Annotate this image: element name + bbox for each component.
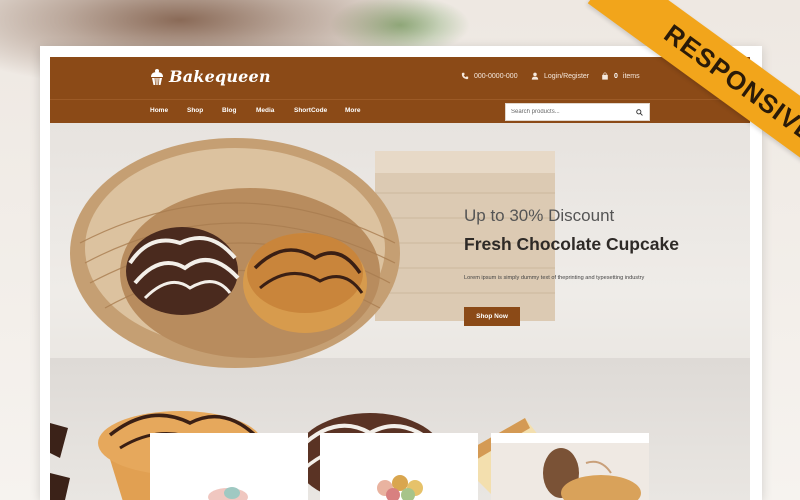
shop-now-button[interactable]: Shop Now (464, 307, 520, 326)
nav-item-shortcode[interactable]: ShortCode (294, 107, 327, 114)
user-icon (531, 72, 539, 80)
product-card[interactable] (150, 433, 308, 500)
cart-link[interactable]: 0 items (601, 72, 640, 80)
hero-description: Lorem ipsum is simply dummy text of thep… (464, 275, 645, 281)
search-box (505, 103, 650, 121)
phone-contact[interactable]: 000-0000-000 (461, 72, 518, 80)
chocolate-muffin-image (126, 227, 240, 315)
product-cards-row (50, 433, 750, 500)
cupcake-icon (151, 68, 163, 85)
nav-item-shop[interactable]: Shop (187, 107, 203, 114)
login-label: Login/Register (544, 72, 590, 80)
pinecone-pastry-image (491, 443, 649, 500)
nav-item-more[interactable]: More (345, 107, 361, 114)
search-input[interactable] (511, 109, 636, 115)
product-card[interactable] (320, 433, 478, 500)
hero-title: Fresh Chocolate Cupcake (464, 234, 679, 254)
product-card[interactable] (491, 433, 649, 500)
logo-text: Bakequeen (169, 67, 271, 86)
vanilla-muffin-image (243, 233, 367, 333)
phone-icon (461, 72, 469, 80)
cart-label: items (622, 72, 640, 80)
nav-item-home[interactable]: Home (150, 107, 168, 114)
main-nav: Home Shop Blog Media ShortCode More (50, 99, 750, 123)
search-icon[interactable] (636, 108, 643, 116)
website-preview: Bakequeen 000-0000-000 Login/Register 0 … (50, 57, 750, 500)
nav-item-blog[interactable]: Blog (222, 107, 236, 114)
bag-icon (602, 72, 608, 80)
hero-subtitle: Up to 30% Discount (464, 206, 615, 225)
phone-number: 000-0000-000 (474, 72, 518, 80)
macaron-tower-image (377, 475, 423, 500)
nav-item-media[interactable]: Media (256, 107, 274, 114)
cart-count: 0 (614, 72, 618, 80)
site-header: Bakequeen 000-0000-000 Login/Register 0 … (50, 57, 750, 99)
logo[interactable]: Bakequeen (150, 67, 271, 86)
macaron-image (208, 487, 248, 500)
login-register-link[interactable]: Login/Register (531, 72, 589, 80)
